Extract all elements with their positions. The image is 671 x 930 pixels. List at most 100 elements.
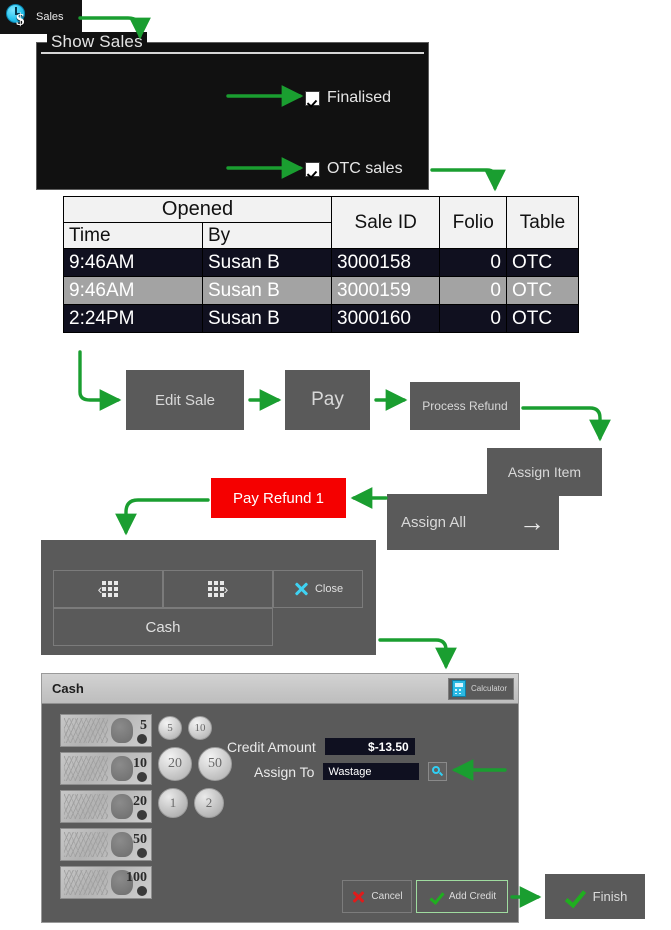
coin-button[interactable]: 10	[188, 716, 212, 740]
finalised-checkbox-box[interactable]	[305, 90, 320, 106]
banknote-denomination: 10	[133, 756, 147, 771]
calculator-button[interactable]: Calculator	[447, 677, 514, 700]
otc-sales-label: OTC sales	[327, 160, 403, 177]
grid-next-icon	[207, 581, 224, 597]
table-row[interactable]: 2:24PM Susan B 3000160 0 OTC	[63, 304, 580, 333]
sales-title-chip: $ Sales	[0, 0, 82, 34]
assign-item-button[interactable]: Assign Item	[487, 448, 602, 496]
finish-label: Finish	[592, 889, 628, 904]
cell-by: Susan B	[202, 276, 332, 305]
grid-next-button[interactable]: ›	[163, 570, 273, 608]
cash-dialog-titlebar: Cash Calculator	[42, 674, 518, 704]
calculator-label: Calculator	[470, 684, 507, 693]
coin-button[interactable]: 1	[158, 788, 188, 818]
add-credit-button[interactable]: Add Credit	[416, 880, 508, 913]
show-sales-legend: Show Sales	[47, 32, 147, 52]
finish-button[interactable]: Finish	[545, 874, 645, 919]
header-table[interactable]: Table	[505, 196, 580, 249]
cell-sale-id: 3000158	[330, 248, 441, 277]
close-x-icon	[293, 581, 309, 597]
cell-table: OTC	[505, 248, 580, 277]
banknote-denomination: 50	[133, 832, 147, 847]
banknote-list: 5 10 20 50 100	[60, 714, 152, 904]
banknote-button[interactable]: 10	[60, 752, 152, 785]
header-by[interactable]: By	[202, 222, 332, 249]
sales-table[interactable]: Opened Sale ID Folio Table Time By 9:46A…	[63, 196, 580, 333]
assign-to-label: Assign To	[254, 763, 315, 780]
otc-sales-checkbox-box[interactable]	[305, 161, 320, 177]
credit-amount-label: Credit Amount	[227, 738, 316, 755]
cell-table: OTC	[505, 276, 580, 305]
finalised-label: Finalised	[327, 89, 392, 106]
grid-prev-icon	[102, 581, 119, 597]
cell-time: 2:24PM	[63, 304, 203, 333]
assign-to-search-button[interactable]	[428, 762, 448, 781]
banknote-button[interactable]: 100	[60, 866, 152, 899]
coin-list: 5 10 20 50 1 2	[158, 716, 236, 825]
check-icon	[428, 889, 443, 904]
coin-row: 20 50	[158, 747, 236, 781]
coin-row: 5 10	[158, 716, 236, 740]
cell-sale-id: 3000159	[330, 276, 441, 305]
grid-prev-button[interactable]: ‹	[53, 570, 163, 608]
checkbox-otc-sales[interactable]: OTC sales	[305, 160, 403, 178]
cash-button[interactable]: Cash	[53, 608, 273, 646]
arrow-refund-to-assign	[521, 406, 611, 442]
cash-dialog-title: Cash	[52, 681, 84, 696]
magnifier-icon	[432, 766, 443, 777]
right-arrow-icon: →	[519, 507, 545, 537]
arrow-otc-to-table	[430, 168, 506, 192]
assign-all-button[interactable]: Assign All →	[387, 494, 559, 550]
arrow-cash-to-dialog	[378, 638, 457, 670]
assign-to-input[interactable]: Wastage	[323, 763, 420, 780]
coin-button[interactable]: 20	[158, 747, 192, 781]
edit-sale-button[interactable]: Edit Sale	[126, 370, 244, 430]
coin-button[interactable]: 5	[158, 716, 182, 740]
table-row[interactable]: 9:46AM Susan B 3000159 0 OTC	[63, 276, 580, 305]
check-icon	[563, 886, 585, 908]
table-row[interactable]: 9:46AM Susan B 3000158 0 OTC	[63, 248, 580, 277]
show-sales-panel: Show Sales Finalised OTC sales	[36, 32, 429, 190]
cell-time: 9:46AM	[63, 276, 203, 305]
group-divider	[41, 52, 424, 54]
close-label: Close	[314, 583, 344, 595]
credit-amount-value[interactable]: $-13.50	[324, 738, 415, 755]
calculator-icon	[451, 680, 466, 697]
coin-button[interactable]: 2	[194, 788, 224, 818]
cell-by: Susan B	[202, 304, 332, 333]
cell-table: OTC	[505, 304, 580, 333]
banknote-denomination: 100	[126, 870, 147, 885]
cell-folio: 0	[439, 248, 507, 277]
cancel-button[interactable]: Cancel	[342, 880, 412, 913]
assign-all-label: Assign All	[401, 513, 467, 531]
coin-row: 1 2	[158, 788, 236, 818]
banknote-button[interactable]: 5	[60, 714, 152, 747]
cell-time: 9:46AM	[63, 248, 203, 277]
header-folio[interactable]: Folio	[439, 196, 507, 249]
banknote-denomination: 5	[140, 718, 147, 733]
banknote-button[interactable]: 50	[60, 828, 152, 861]
banknote-button[interactable]: 20	[60, 790, 152, 823]
pay-button[interactable]: Pay	[285, 370, 370, 430]
arrow-payrefund-to-cash	[115, 498, 210, 536]
header-sale-id[interactable]: Sale ID	[330, 196, 441, 249]
header-opened-group: Opened	[63, 196, 332, 223]
close-button[interactable]: Close	[273, 570, 363, 608]
cell-folio: 0	[439, 304, 507, 333]
banknote-denomination: 20	[133, 794, 147, 809]
cell-by: Susan B	[202, 248, 332, 277]
sales-title-label: Sales	[36, 11, 64, 23]
cell-sale-id: 3000160	[330, 304, 441, 333]
cancel-label: Cancel	[371, 891, 403, 902]
process-refund-button[interactable]: Process Refund	[410, 382, 520, 430]
header-time[interactable]: Time	[63, 222, 203, 249]
credit-amount-row: Credit Amount $-13.50	[227, 738, 415, 755]
chevron-right-icon: ›	[223, 581, 229, 597]
pay-refund-button[interactable]: Pay Refund 1	[211, 478, 346, 518]
checkbox-finalised[interactable]: Finalised	[305, 89, 391, 107]
cash-options-panel: ‹ › Close Cash	[41, 540, 376, 655]
clock-dollar-icon: $	[4, 3, 32, 31]
arrow-table-to-edit	[78, 350, 122, 411]
cell-folio: 0	[439, 276, 507, 305]
assign-to-row: Assign To Wastage	[254, 762, 448, 781]
